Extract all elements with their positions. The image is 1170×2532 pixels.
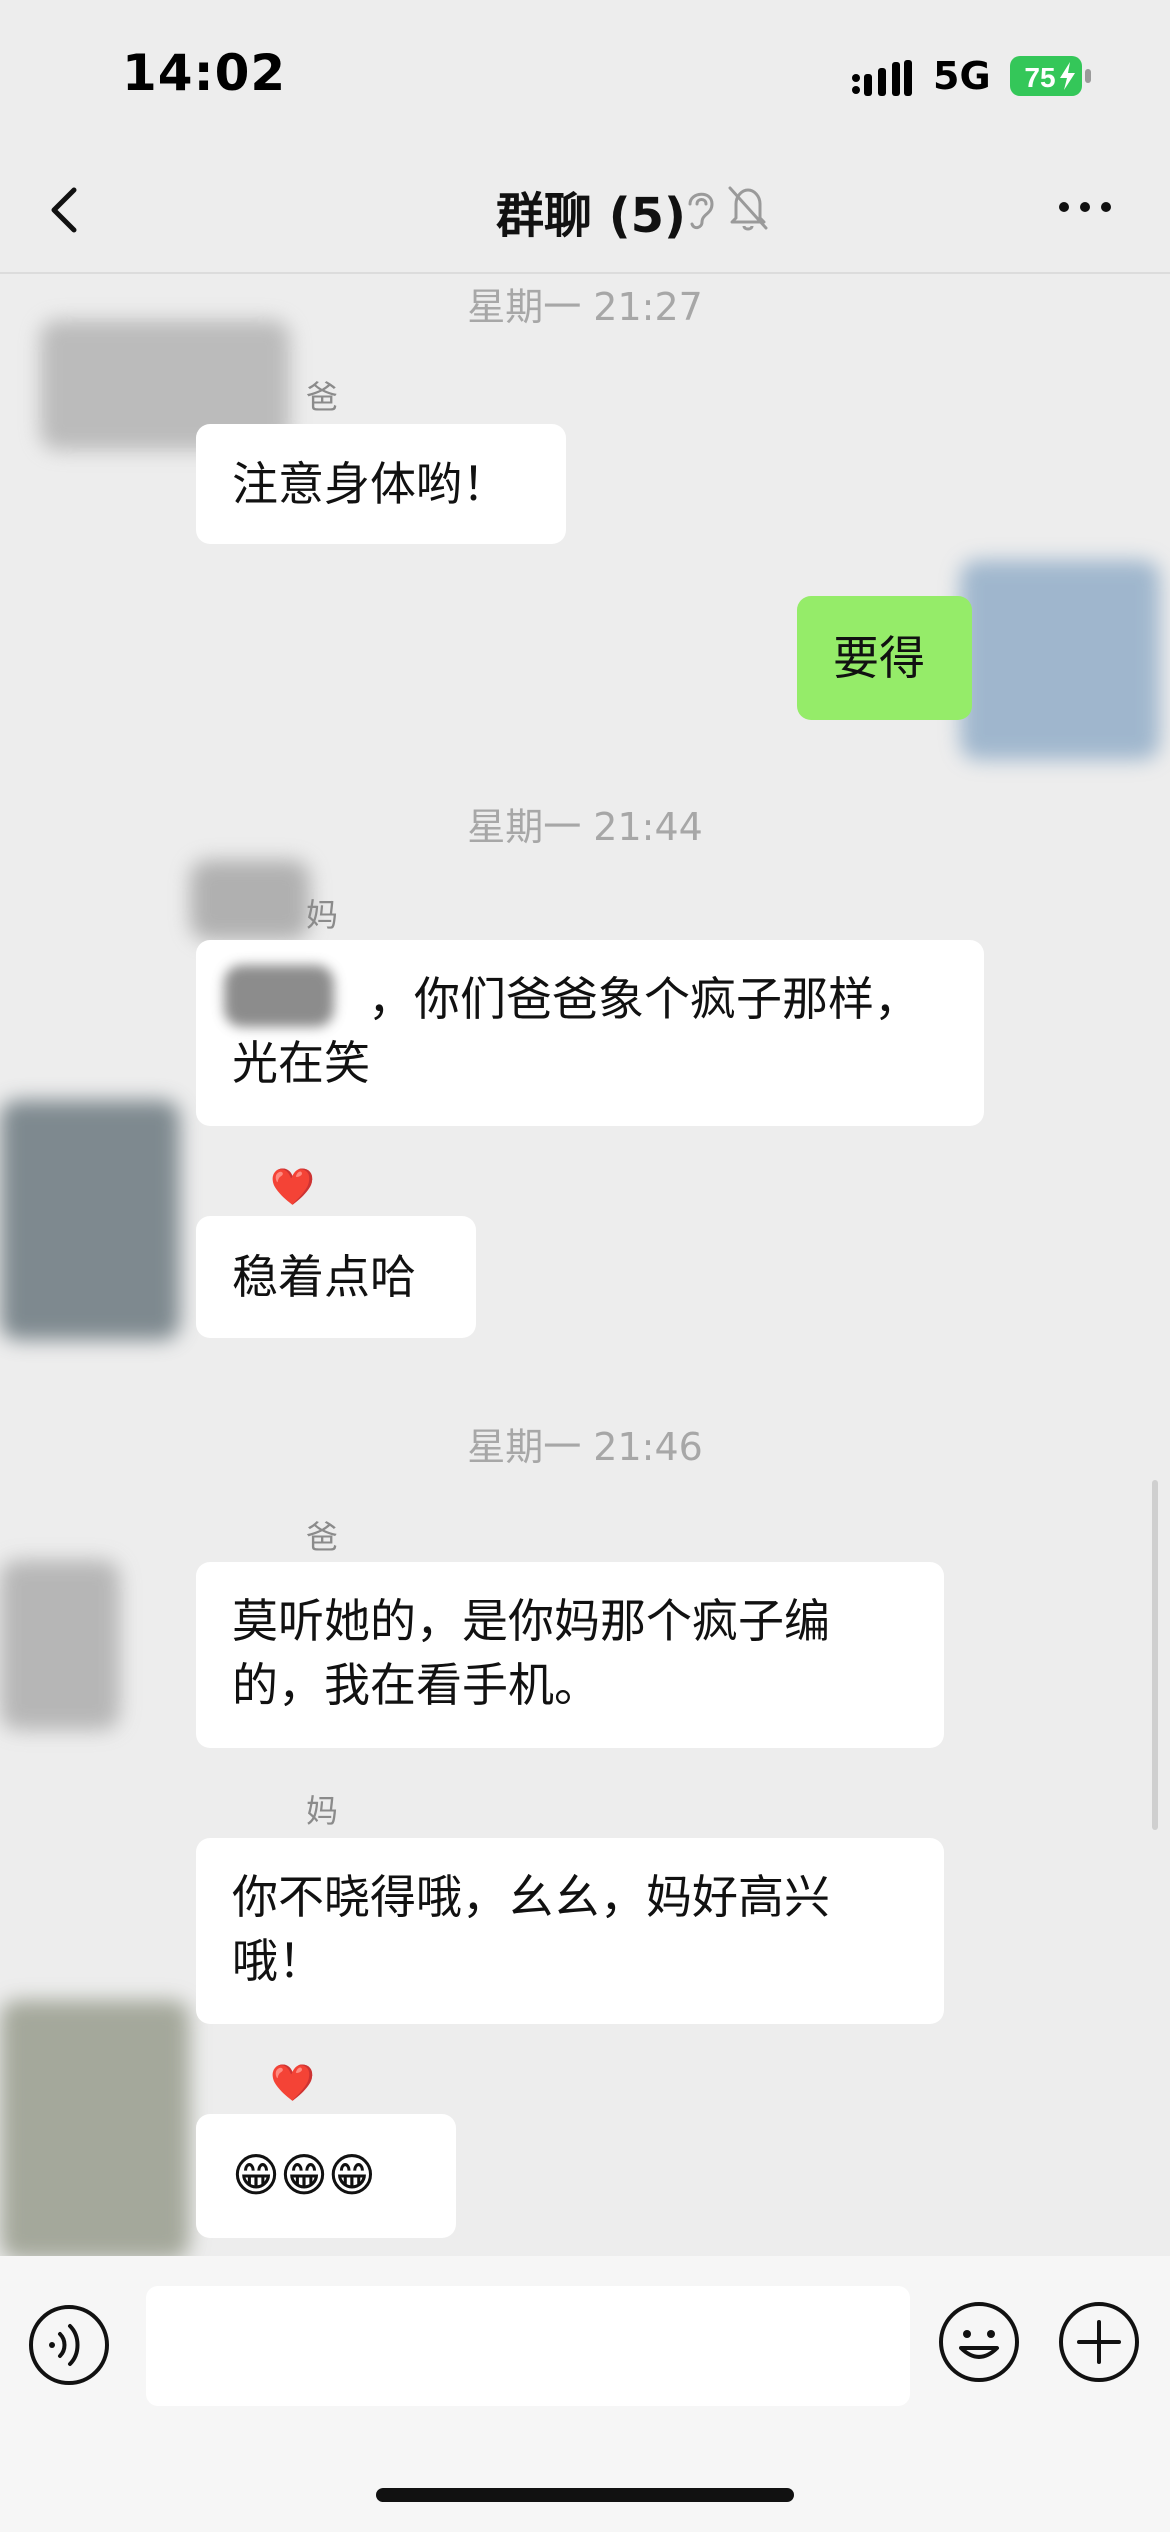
message-bubble[interactable]: 😁😁😁: [196, 2114, 456, 2238]
more-functions-button[interactable]: [1057, 2300, 1141, 2384]
more-icon: [1059, 202, 1111, 212]
more-button[interactable]: [1050, 184, 1120, 230]
redaction-blur: [224, 965, 334, 1027]
timestamp: 星期一 21:46: [467, 1425, 703, 1469]
sender-name: ❤️: [270, 1167, 315, 1208]
message-bubble[interactable]: 稳着点哈: [196, 1216, 476, 1338]
bell-off-icon: [728, 186, 768, 231]
sender-name: 爸: [306, 1518, 339, 1556]
signal-icon: [852, 60, 912, 96]
home-indicator[interactable]: [376, 2488, 794, 2502]
battery-icon: 75: [1010, 56, 1091, 96]
avatar-blur: [0, 1100, 180, 1340]
back-icon: [51, 187, 77, 233]
message-bubble[interactable]: 你不晓得哦，幺幺，妈好高兴 哦！: [196, 1838, 944, 2024]
message-bubble[interactable]: 莫听她的，是你妈那个疯子编 的，我在看手机。: [196, 1562, 944, 1748]
network-label: 5G: [933, 54, 991, 98]
timestamp: 星期一 21:44: [467, 805, 703, 849]
status-time: 14:02: [122, 44, 287, 102]
emoji-icon: [939, 2302, 1019, 2382]
emoji-button[interactable]: [937, 2300, 1021, 2384]
sender-name: 妈: [306, 1792, 339, 1830]
message-bubble[interactable]: 注意身体哟！: [196, 424, 566, 544]
message-text: 莫听她的，是你妈那个疯子编: [232, 1594, 830, 1648]
message-input[interactable]: [146, 2286, 910, 2406]
message-text: 要得: [833, 631, 925, 685]
scrollbar[interactable]: [1152, 1480, 1158, 1830]
sender-name: 爸: [306, 378, 339, 416]
message-text: 稳着点哈: [232, 1250, 416, 1304]
message-text: ，你们爸爸象个疯子那样，: [368, 972, 920, 1026]
timestamp: 星期一 21:27: [467, 285, 703, 329]
ear-icon: [688, 192, 714, 230]
message-text: 哦！: [232, 1934, 324, 1988]
avatar-blur: [960, 560, 1160, 760]
sender-name: ❤️: [270, 2063, 315, 2104]
avatar-blur: [0, 2000, 190, 2260]
avatar-blur: [0, 1560, 120, 1730]
sender-name: 妈: [306, 896, 339, 934]
back-button[interactable]: [40, 170, 96, 248]
chat-title: 群聊 (5): [496, 188, 686, 244]
message-text: 你不晓得哦，幺幺，妈好高兴: [232, 1870, 830, 1924]
avatar-blur: [190, 860, 310, 940]
plus-icon: [1059, 2302, 1139, 2382]
voice-button[interactable]: [24, 2300, 114, 2390]
nav-divider: [0, 272, 1170, 274]
battery-level: 75: [1024, 62, 1055, 93]
message-text: 光在笑: [232, 1036, 370, 1090]
battery-indicator: 75: [1010, 56, 1092, 96]
message-text: 😁😁😁: [232, 2148, 376, 2202]
message-text: 的，我在看手机。: [232, 1658, 600, 1712]
my-message-bubble[interactable]: 要得: [797, 596, 972, 720]
voice-icon: [29, 2305, 109, 2385]
message-text: 注意身体哟！: [232, 457, 508, 511]
